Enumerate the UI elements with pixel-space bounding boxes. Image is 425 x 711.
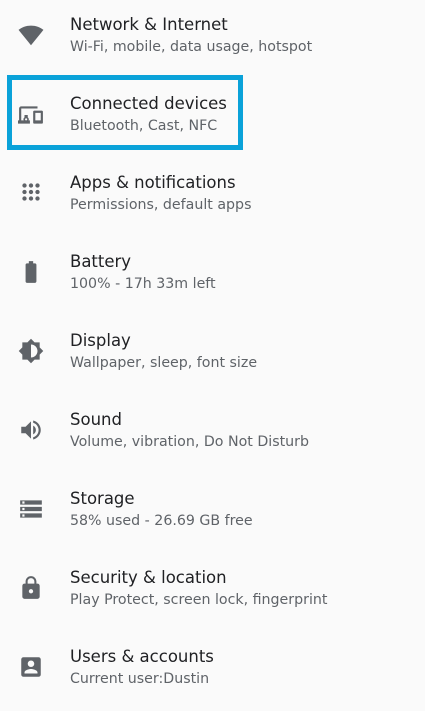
brightness-icon [16,336,46,366]
settings-item-title: Battery [70,252,132,271]
apps-grid-icon [16,177,46,207]
settings-item-connected-devices[interactable]: Connected devices Bluetooth, Cast, NFC [0,79,425,158]
settings-item-battery[interactable]: Battery 100% - 17h 33m left [0,237,425,316]
settings-item-summary: Permissions, default apps [70,197,252,213]
account-box-icon [16,652,46,682]
battery-icon [16,257,46,287]
settings-item-title: Display [70,331,131,350]
settings-item-title: Storage [70,489,135,508]
settings-item-users-accounts[interactable]: Users & accounts Current user:Dustin [0,632,425,711]
settings-item-summary: Play Protect, screen lock, fingerprint [70,592,328,608]
settings-item-sound[interactable]: Sound Volume, vibration, Do Not Disturb [0,395,425,474]
settings-item-network-internet[interactable]: Network & Internet Wi-Fi, mobile, data u… [0,0,425,79]
settings-item-summary: Wallpaper, sleep, font size [70,355,258,371]
settings-item-summary: Volume, vibration, Do Not Disturb [70,434,309,450]
settings-item-summary: Wi-Fi, mobile, data usage, hotspot [70,39,313,55]
settings-item-summary: Bluetooth, Cast, NFC [70,118,218,134]
settings-item-title: Connected devices [70,94,227,113]
settings-item-security-location[interactable]: Security & location Play Protect, screen… [0,553,425,632]
wifi-icon [16,20,46,50]
settings-item-storage[interactable]: Storage 58% used - 26.69 GB free [0,474,425,553]
settings-item-title: Network & Internet [70,15,228,34]
settings-item-title: Sound [70,410,122,429]
settings-item-summary: 58% used - 26.69 GB free [70,513,253,529]
settings-item-display[interactable]: Display Wallpaper, sleep, font size [0,316,425,395]
settings-item-title: Apps & notifications [70,173,236,192]
volume-icon [16,415,46,445]
settings-item-apps-notifications[interactable]: Apps & notifications Permissions, defaul… [0,158,425,237]
settings-item-title: Security & location [70,568,227,587]
storage-icon [16,494,46,524]
settings-item-summary: Current user:Dustin [70,671,210,687]
lock-icon [16,573,46,603]
settings-list: Network & Internet Wi-Fi, mobile, data u… [0,0,425,701]
settings-item-summary: 100% - 17h 33m left [70,276,216,292]
settings-item-title: Users & accounts [70,647,214,666]
devices-icon [16,100,46,130]
